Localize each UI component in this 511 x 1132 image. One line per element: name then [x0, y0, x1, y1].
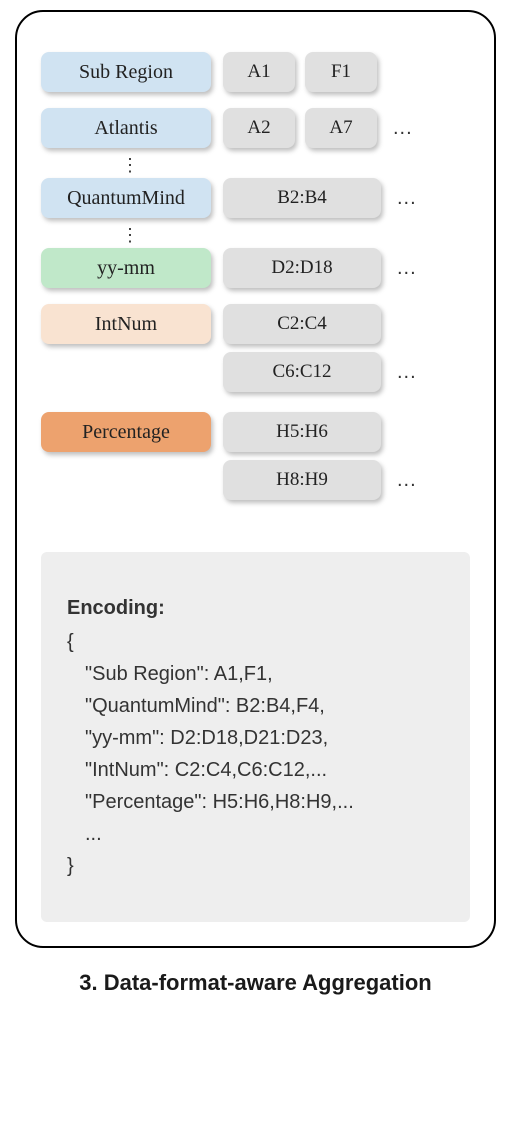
chip-empty: [41, 352, 211, 392]
cell-chip: C6:C12: [223, 352, 381, 392]
chip-empty: [41, 460, 211, 500]
encoding-line: "yy-mm": D2:D18,D21:D23,: [67, 722, 444, 754]
encoding-line: "Percentage": H5:H6,H8:H9,...: [67, 786, 444, 818]
ellipsis-h-icon: ...: [397, 257, 417, 280]
cells-atlantis: A2 A7 ...: [223, 108, 470, 148]
cell-chip: H5:H6: [223, 412, 381, 452]
cells-intnum-2: C6:C12 ...: [223, 352, 470, 392]
cell-chip: A7: [305, 108, 377, 148]
ellipsis-v-icon: ⋮: [41, 226, 470, 244]
chip-intnum: IntNum: [41, 304, 211, 344]
ellipsis-h-icon: ...: [397, 469, 417, 492]
chip-percentage: Percentage: [41, 412, 211, 452]
row-yymm: yy-mm D2:D18 ...: [41, 248, 470, 288]
chip-rows: Sub Region A1 F1 Atlantis A2 A7 ... ⋮ Qu…: [41, 52, 470, 516]
cell-chip: H8:H9: [223, 460, 381, 500]
row-intnum-2: C6:C12 ...: [41, 352, 470, 392]
encoding-line: ...: [67, 818, 444, 850]
cells-intnum: C2:C4: [223, 304, 470, 344]
row-percentage-2: H8:H9 ...: [41, 460, 470, 500]
cell-chip: A1: [223, 52, 295, 92]
chip-atlantis: Atlantis: [41, 108, 211, 148]
row-quantummind: QuantumMind B2:B4 ...: [41, 178, 470, 218]
cell-chip: C2:C4: [223, 304, 381, 344]
row-sub-region: Sub Region A1 F1: [41, 52, 470, 92]
encoding-line: "Sub Region": A1,F1,: [67, 658, 444, 690]
row-intnum: IntNum C2:C4: [41, 304, 470, 344]
cells-yymm: D2:D18 ...: [223, 248, 470, 288]
row-percentage: Percentage H5:H6: [41, 412, 470, 452]
cells-percentage-2: H8:H9 ...: [223, 460, 470, 500]
ellipsis-h-icon: ...: [393, 117, 413, 140]
encoding-box: Encoding: { "Sub Region": A1,F1, "Quantu…: [41, 552, 470, 922]
row-atlantis: Atlantis A2 A7 ...: [41, 108, 470, 148]
cell-chip: F1: [305, 52, 377, 92]
cell-chip: A2: [223, 108, 295, 148]
cells-percentage: H5:H6: [223, 412, 470, 452]
figure-caption: 3. Data-format-aware Aggregation: [15, 970, 496, 996]
cell-chip: D2:D18: [223, 248, 381, 288]
ellipsis-h-icon: ...: [397, 361, 417, 384]
ellipsis-v-icon: ⋮: [41, 156, 470, 174]
encoding-brace-close: }: [67, 850, 444, 882]
chip-yymm: yy-mm: [41, 248, 211, 288]
ellipsis-h-icon: ...: [397, 187, 417, 210]
encoding-line: "IntNum": C2:C4,C6:C12,...: [67, 754, 444, 786]
cells-sub-region: A1 F1: [223, 52, 470, 92]
cells-quantummind: B2:B4 ...: [223, 178, 470, 218]
encoding-line: "QuantumMind": B2:B4,F4,: [67, 690, 444, 722]
cell-chip: B2:B4: [223, 178, 381, 218]
encoding-title: Encoding:: [67, 592, 444, 624]
chip-quantummind: QuantumMind: [41, 178, 211, 218]
encoding-brace-open: {: [67, 626, 444, 658]
chip-sub-region: Sub Region: [41, 52, 211, 92]
diagram-panel: Sub Region A1 F1 Atlantis A2 A7 ... ⋮ Qu…: [15, 10, 496, 948]
